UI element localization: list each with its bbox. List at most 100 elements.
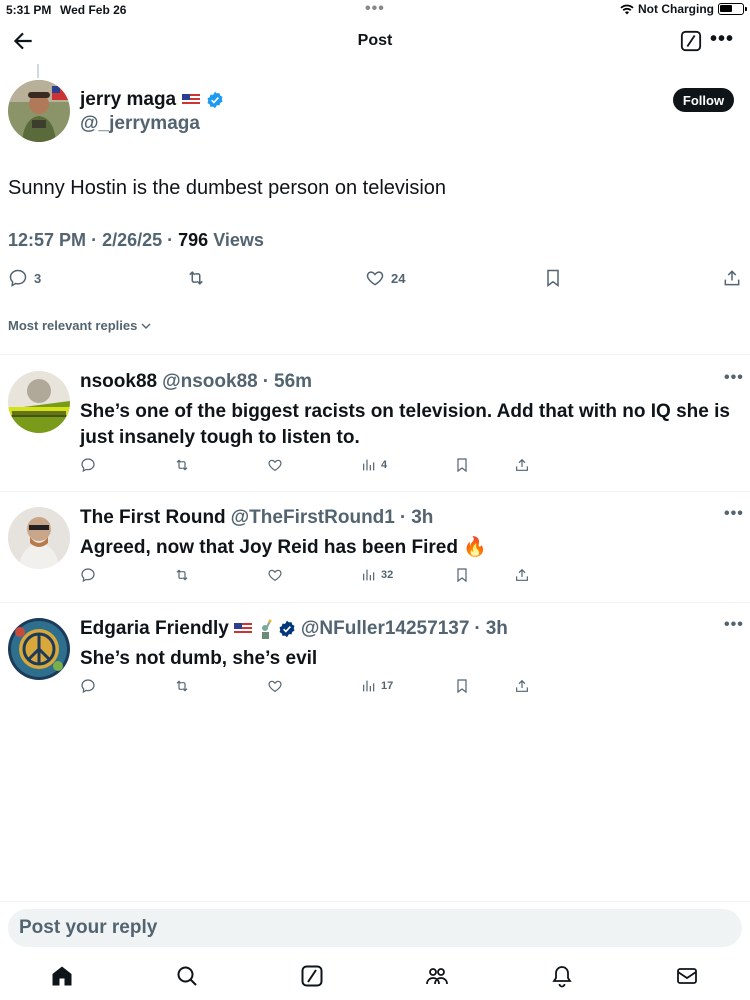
battery-icon bbox=[718, 3, 747, 15]
notifications-icon[interactable] bbox=[550, 964, 574, 988]
analytics-icon bbox=[363, 680, 375, 692]
reply-bookmark-button[interactable] bbox=[454, 457, 470, 473]
post-action-bar: 3 24 bbox=[0, 268, 750, 292]
reply-age[interactable]: 56m bbox=[274, 371, 312, 393]
reply-like-button[interactable] bbox=[267, 678, 283, 694]
author-avatar[interactable] bbox=[8, 80, 70, 142]
reply-bookmark-button[interactable] bbox=[454, 567, 470, 583]
reply-share-button[interactable] bbox=[514, 567, 530, 583]
follow-button[interactable]: Follow bbox=[673, 88, 734, 112]
author-handle[interactable]: @_jerrymaga bbox=[80, 113, 200, 135]
reply-repost-button[interactable] bbox=[174, 678, 190, 694]
reply-button[interactable]: 3 bbox=[8, 268, 41, 288]
reply-more-icon[interactable]: ••• bbox=[724, 369, 744, 387]
reply-age[interactable]: 3h bbox=[486, 618, 508, 640]
heart-icon bbox=[268, 569, 282, 582]
more-options-icon[interactable]: ••• bbox=[710, 28, 734, 51]
search-icon[interactable] bbox=[175, 964, 199, 988]
repost-icon bbox=[176, 680, 188, 692]
reply-views-count: 17 bbox=[381, 680, 394, 692]
divider bbox=[0, 491, 750, 492]
bottom-tab-bar bbox=[0, 962, 750, 992]
reply-author-name[interactable]: The First Round bbox=[80, 507, 226, 529]
reply-more-icon[interactable]: ••• bbox=[724, 616, 744, 634]
status-bar: 5:31 PM Wed Feb 26 ••• Not Charging bbox=[0, 0, 750, 20]
reply-header: Edgaria Friendly @NFuller14257137 · 3h bbox=[80, 618, 508, 640]
heart-icon bbox=[268, 459, 282, 472]
reply-views-button[interactable]: 4 bbox=[361, 457, 387, 473]
bookmark-icon bbox=[457, 568, 467, 583]
heart-icon bbox=[268, 680, 282, 693]
author-name-row[interactable]: jerry maga bbox=[80, 89, 224, 111]
reply-author-name[interactable]: Edgaria Friendly bbox=[80, 618, 229, 640]
share-icon bbox=[516, 458, 528, 471]
multitasking-dots-icon[interactable]: ••• bbox=[365, 0, 385, 18]
reply-sort-label: Most relevant replies bbox=[8, 318, 138, 333]
reply-like-button[interactable] bbox=[267, 567, 283, 583]
post-date[interactable]: 2/26/25 bbox=[102, 230, 162, 250]
analytics-icon bbox=[363, 459, 375, 471]
post-header: Post ••• bbox=[0, 22, 750, 62]
reply-views-button[interactable]: 17 bbox=[361, 678, 393, 694]
reply-avatar[interactable] bbox=[8, 507, 70, 569]
reply-reply-button[interactable] bbox=[80, 457, 96, 473]
page-title: Post bbox=[357, 32, 393, 49]
views-label: Views bbox=[213, 230, 264, 250]
reply-share-button[interactable] bbox=[514, 457, 530, 473]
bookmark-icon bbox=[457, 458, 467, 473]
reply-reply-button[interactable] bbox=[80, 678, 96, 694]
bookmark-icon bbox=[547, 269, 559, 287]
composer-divider bbox=[0, 901, 750, 902]
messages-icon[interactable] bbox=[675, 964, 699, 988]
reply-icon bbox=[81, 568, 95, 583]
us-flag-icon bbox=[233, 623, 252, 635]
reply-views-button[interactable]: 32 bbox=[361, 567, 393, 583]
status-date: Wed Feb 26 bbox=[60, 3, 127, 17]
reply-reply-button[interactable] bbox=[80, 567, 96, 583]
share-icon bbox=[724, 270, 740, 286]
reply-composer-input[interactable]: Post your reply bbox=[8, 909, 742, 947]
reply-share-button[interactable] bbox=[514, 678, 530, 694]
divider bbox=[0, 602, 750, 603]
repost-icon bbox=[176, 569, 188, 581]
reply-text: She’s one of the biggest racists on tele… bbox=[80, 401, 730, 448]
share-button[interactable] bbox=[722, 268, 742, 288]
author-name[interactable]: jerry maga bbox=[80, 89, 176, 111]
reply-author-handle[interactable]: @nsook88 bbox=[162, 371, 258, 393]
reply-views-count: 4 bbox=[381, 459, 388, 471]
reply-bookmark-button[interactable] bbox=[454, 678, 470, 694]
reply-avatar[interactable] bbox=[8, 618, 70, 680]
reply-views-count: 32 bbox=[381, 569, 394, 581]
reply-header: The First Round @TheFirstRound1 · 3h bbox=[80, 507, 434, 529]
reply-age[interactable]: 3h bbox=[411, 507, 433, 529]
like-button[interactable]: 24 bbox=[365, 268, 405, 288]
reply-header: nsook88 @nsook88 · 56m bbox=[80, 371, 313, 393]
status-right: Not Charging bbox=[620, 2, 747, 16]
analytics-icon bbox=[363, 569, 375, 581]
reply-author-handle[interactable]: @NFuller14257137 bbox=[301, 618, 470, 640]
grok-tab-icon[interactable] bbox=[300, 964, 324, 988]
statue-of-liberty-icon bbox=[261, 619, 272, 639]
reply-author-handle[interactable]: @TheFirstRound1 bbox=[231, 507, 395, 529]
home-icon[interactable] bbox=[50, 964, 74, 988]
reply-author-name[interactable]: nsook88 bbox=[80, 371, 157, 393]
reply-repost-button[interactable] bbox=[174, 567, 190, 583]
post-time[interactable]: 12:57 PM bbox=[8, 230, 86, 250]
like-count: 24 bbox=[391, 270, 406, 286]
reply-icon bbox=[81, 458, 95, 473]
repost-button[interactable] bbox=[186, 268, 206, 288]
reply-sort-dropdown[interactable]: Most relevant replies bbox=[8, 318, 152, 333]
reply-like-button[interactable] bbox=[267, 457, 283, 473]
repost-icon bbox=[176, 459, 188, 471]
verified-badge-icon[interactable] bbox=[206, 91, 224, 109]
reply-more-icon[interactable]: ••• bbox=[724, 505, 744, 523]
reply-repost-button[interactable] bbox=[174, 457, 190, 473]
post-meta: 12:57 PM · 2/26/25 · 796 Views bbox=[8, 230, 264, 250]
reply-icon bbox=[81, 679, 95, 694]
verified-badge-icon[interactable] bbox=[278, 620, 296, 638]
reply-avatar[interactable] bbox=[8, 371, 70, 433]
grok-icon[interactable] bbox=[680, 30, 702, 52]
repost-icon bbox=[189, 271, 203, 285]
communities-icon[interactable] bbox=[425, 964, 449, 988]
bookmark-button[interactable] bbox=[543, 268, 563, 288]
